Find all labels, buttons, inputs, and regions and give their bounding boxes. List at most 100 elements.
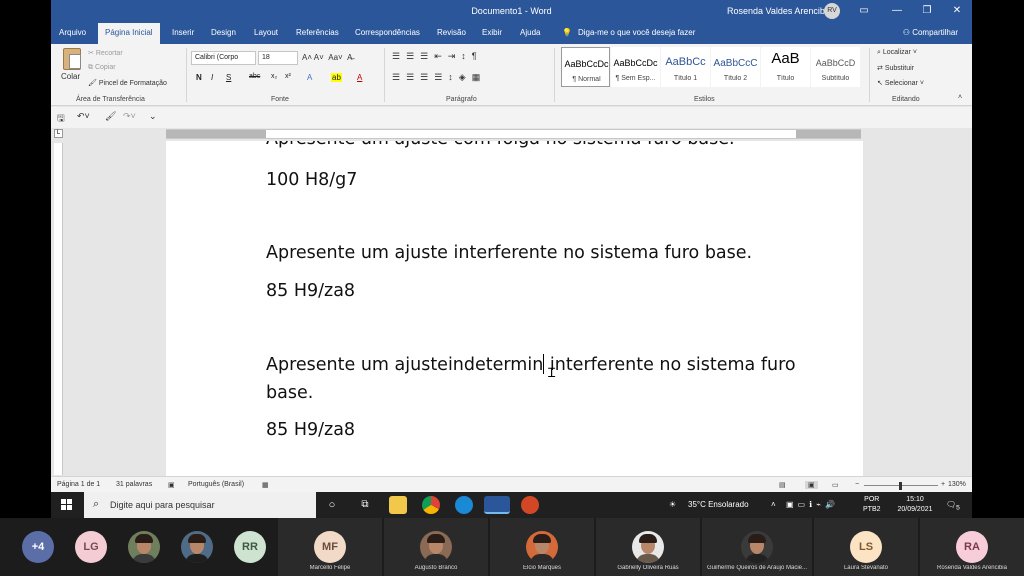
superscript-button[interactable]: x²: [285, 73, 291, 80]
find-button[interactable]: ⌕ Localizar ˅: [877, 49, 917, 57]
redo-icon[interactable]: ↷˅: [123, 111, 136, 122]
ribbon-display-icon[interactable]: ▭: [856, 3, 872, 19]
taskbar-search[interactable]: ⌕ Digite aqui para pesquisar: [84, 492, 316, 518]
word-icon[interactable]: [484, 496, 510, 514]
style-heading-1[interactable]: AaBbCc Título 1: [661, 47, 710, 87]
tab-inserir[interactable]: Inserir: [172, 28, 194, 37]
paste-button[interactable]: Colar: [61, 72, 80, 81]
windows-start-icon[interactable]: [61, 499, 73, 511]
notifications-icon[interactable]: 🗨5: [946, 500, 960, 512]
highlight-button[interactable]: ab: [331, 73, 342, 82]
style-normal[interactable]: AaBbCcDc ¶ Normal: [561, 47, 610, 87]
style-subtitle[interactable]: AaBbCcD Subtítulo: [811, 47, 860, 87]
read-mode-icon[interactable]: ▤: [779, 481, 786, 489]
share-button[interactable]: ⚇ Compartilhar: [903, 28, 958, 37]
paragraph[interactable]: 100 H8/g7: [266, 170, 357, 190]
select-button[interactable]: ↖ Selecionar ˅: [877, 79, 924, 87]
weather-text[interactable]: 35°C Ensolarado: [688, 500, 749, 509]
format-painter-button[interactable]: 🖌 Pincel de Formatação: [88, 79, 167, 87]
format-painter-icon[interactable]: 🖌: [105, 111, 116, 122]
powerpoint-icon[interactable]: [521, 496, 539, 514]
chrome-icon[interactable]: [422, 496, 440, 514]
style-heading-2[interactable]: AaBbCcC Título 2: [711, 47, 760, 87]
participant-tile[interactable]: LS Laura Stevanato: [814, 518, 918, 576]
user-avatar[interactable]: RV: [824, 3, 840, 19]
font-color-button[interactable]: A: [357, 73, 362, 82]
alignment-buttons[interactable]: ☰☰☰☰↕◈▦: [392, 72, 486, 83]
participant-photo[interactable]: [128, 531, 160, 563]
close-icon[interactable]: ✕: [949, 3, 965, 19]
underline-button[interactable]: S: [226, 73, 231, 82]
paragraph[interactable]: 85 H9/za8: [266, 281, 355, 301]
user-name[interactable]: Rosenda Valdes Arencibia: [727, 6, 832, 16]
zoom-slider-thumb[interactable]: [899, 482, 902, 490]
participant-tile[interactable]: Elcio Marques: [490, 518, 594, 576]
participant-tile[interactable]: Augusto Branco: [384, 518, 488, 576]
input-language[interactable]: POR PTB2: [863, 495, 881, 515]
tab-design[interactable]: Design: [211, 28, 236, 37]
replace-button[interactable]: ⇄ Substituir: [877, 64, 914, 72]
clock[interactable]: 15:10 20/09/2021: [890, 495, 940, 515]
web-layout-icon[interactable]: ▭: [832, 481, 839, 489]
restore-icon[interactable]: ❐: [919, 3, 935, 19]
weather-icon[interactable]: ☀: [669, 500, 676, 509]
tab-ajuda[interactable]: Ajuda: [520, 28, 540, 37]
strikethrough-button[interactable]: abc: [249, 73, 260, 80]
font-size-select[interactable]: 18: [258, 51, 298, 65]
participant-tile[interactable]: MF Marcello Felipe: [278, 518, 382, 576]
proofing-icon[interactable]: ▣: [168, 481, 175, 489]
task-view-icon[interactable]: ⧉: [356, 496, 374, 514]
style-title[interactable]: AaB Título: [761, 47, 810, 87]
tab-correspondencias[interactable]: Correspondências: [355, 28, 420, 37]
page-count[interactable]: Página 1 de 1: [57, 481, 100, 488]
style-no-spacing[interactable]: AaBbCcDc ¶ Sem Esp...: [611, 47, 660, 87]
list-buttons[interactable]: ☰☰☰⇤⇥↕¶: [392, 51, 483, 62]
tell-me-search[interactable]: 💡 Diga-me o que você deseja fazer: [562, 28, 695, 37]
cut-button[interactable]: ✂ Recortar: [88, 49, 123, 57]
zoom-level[interactable]: 130%: [948, 481, 966, 488]
print-layout-icon[interactable]: ▣: [805, 481, 818, 489]
edge-icon[interactable]: [455, 496, 473, 514]
grow-shrink-font-icons[interactable]: A˄ A˅ Aa˅ A̶: [302, 53, 352, 62]
participant-avatar[interactable]: RR: [234, 531, 266, 563]
horizontal-ruler[interactable]: [166, 129, 861, 139]
save-icon[interactable]: 🖫: [57, 111, 65, 127]
tab-arquivo[interactable]: Arquivo: [59, 28, 86, 37]
participant-tile[interactable]: RA Rosenda Valdes Arencibia: [920, 518, 1024, 576]
page[interactable]: Apresente um ajuste com folga no sistema…: [166, 141, 863, 476]
paragraph-editing[interactable]: Apresente um ajusteindetermin interferen…: [266, 351, 796, 407]
language[interactable]: Português (Brasil): [188, 481, 244, 488]
subscript-button[interactable]: x₂: [271, 73, 277, 80]
participant-tile[interactable]: Gabrielly Oliveira Ruas: [596, 518, 700, 576]
tab-pagina-inicial[interactable]: Página Inicial: [98, 23, 160, 44]
tab-exibir[interactable]: Exibir: [482, 28, 502, 37]
paragraph[interactable]: 85 H9/za8: [266, 420, 355, 440]
font-name-select[interactable]: Calibri (Corpo: [191, 51, 256, 65]
italic-button[interactable]: I: [211, 73, 213, 82]
accessibility-icon[interactable]: ▦: [262, 481, 269, 489]
minimize-icon[interactable]: —: [889, 3, 905, 19]
bold-button[interactable]: N: [196, 73, 202, 82]
zoom-in-icon[interactable]: +: [941, 481, 945, 488]
more-participants[interactable]: +4: [22, 531, 54, 563]
vertical-ruler[interactable]: [54, 143, 63, 475]
zoom-out-icon[interactable]: −: [855, 481, 859, 488]
paragraph[interactable]: Apresente um ajuste interferente no sist…: [266, 243, 752, 263]
tab-referencias[interactable]: Referências: [296, 28, 339, 37]
tray-icons[interactable]: ▣▭ℹ⌁🔊: [786, 500, 839, 509]
tab-selector[interactable]: L: [54, 129, 63, 138]
word-count[interactable]: 31 palavras: [116, 481, 152, 488]
text-effects-button[interactable]: A: [307, 73, 312, 82]
participant-tile[interactable]: Guilherme Queiros de Araujo Macie...: [702, 518, 812, 576]
cortana-icon[interactable]: ○: [323, 496, 341, 514]
participant-photo[interactable]: [181, 531, 213, 563]
copy-button[interactable]: ⧉ Copiar: [88, 64, 116, 72]
undo-icon[interactable]: ↶˅: [77, 111, 90, 122]
customize-qat-icon[interactable]: ⌄: [149, 111, 157, 122]
collapse-ribbon-icon[interactable]: ˄: [958, 94, 962, 101]
tab-layout[interactable]: Layout: [254, 28, 278, 37]
file-explorer-icon[interactable]: [389, 496, 407, 514]
paste-icon[interactable]: [63, 48, 81, 70]
tab-revisao[interactable]: Revisão: [437, 28, 466, 37]
tray-chevron-icon[interactable]: ˄: [771, 500, 776, 509]
